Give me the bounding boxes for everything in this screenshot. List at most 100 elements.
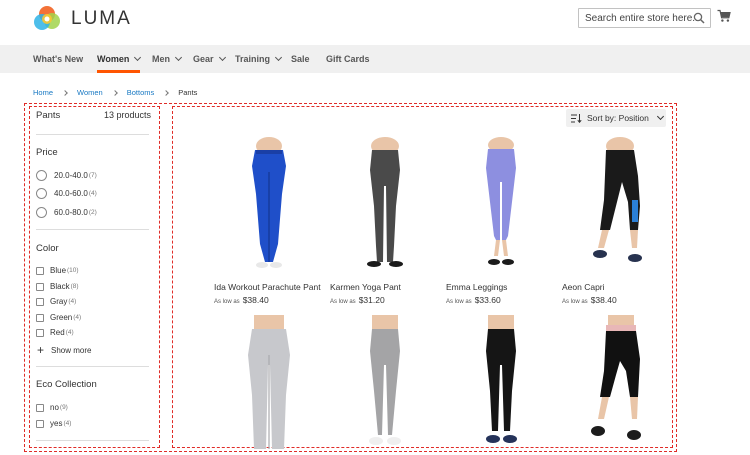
nav-item-training[interactable]: Training <box>235 45 283 73</box>
nav-item-women[interactable]: Women <box>97 45 142 73</box>
product-count: 13 products <box>104 110 152 120</box>
breadcrumb-women[interactable]: Women <box>77 88 103 97</box>
filter-option-count: (10) <box>67 267 79 274</box>
sort-order-icon[interactable] <box>571 113 582 123</box>
filter-title-eco-collection[interactable]: Eco Collection <box>36 379 97 390</box>
filter-option-label: Green <box>50 313 73 322</box>
nav-item-men[interactable]: Men <box>152 45 183 73</box>
product-card[interactable] <box>562 315 672 455</box>
product-name[interactable]: Karmen Yoga Pant <box>330 282 401 292</box>
price-value: $31.20 <box>358 295 385 305</box>
filter-title-color[interactable]: Color <box>36 243 59 254</box>
product-image[interactable] <box>446 315 556 455</box>
product-card[interactable] <box>446 315 556 455</box>
checkbox[interactable] <box>36 419 44 428</box>
product-name[interactable]: Aeon Capri <box>562 282 605 292</box>
product-card[interactable]: Ida Workout Parachute Pant As low as $38… <box>214 136 324 305</box>
nav-item-label: Sale <box>291 54 310 64</box>
filter-option-color-red[interactable]: Red (4) <box>36 328 74 337</box>
filter-option-count: (2) <box>88 209 97 216</box>
price-value: $33.60 <box>474 295 501 305</box>
product-image[interactable] <box>330 315 440 455</box>
filter-option-color-black[interactable]: Black (8) <box>36 282 79 291</box>
breadcrumb-bottoms[interactable]: Bottoms <box>127 88 155 97</box>
product-photo <box>486 315 517 443</box>
price-prefix: As low as <box>214 299 240 305</box>
nav-item-whats-new[interactable]: What's New <box>33 45 83 73</box>
radio-button[interactable] <box>36 188 47 199</box>
checkbox[interactable] <box>36 313 44 322</box>
radio-button[interactable] <box>36 207 47 218</box>
filter-option-color-blue[interactable]: Blue (10) <box>36 266 79 275</box>
filter-option-label: Black <box>50 282 70 291</box>
product-image-karmen-yoga-pant[interactable] <box>330 136 440 276</box>
checkbox[interactable] <box>36 328 44 337</box>
filter-title-price[interactable]: Price <box>36 147 58 158</box>
product-name[interactable]: Ida Workout Parachute Pant <box>214 282 321 292</box>
brand-name: LUMA <box>71 8 132 29</box>
search-input[interactable]: Search entire store here... <box>578 8 711 28</box>
price-prefix: As low as <box>446 299 472 305</box>
radio-button[interactable] <box>36 170 47 181</box>
product-card[interactable] <box>214 315 324 455</box>
checkbox[interactable] <box>36 266 44 275</box>
divider <box>36 134 149 135</box>
product-name[interactable]: Emma Leggings <box>446 282 507 292</box>
show-more-button[interactable]: + Show more <box>37 344 91 356</box>
nav-item-label: Women <box>97 54 130 64</box>
filter-option-eco-yes[interactable]: yes (4) <box>36 419 71 428</box>
product-photo <box>591 315 641 440</box>
filter-option-label: Blue <box>50 266 67 275</box>
product-image-ida-workout-parachute-pant[interactable] <box>214 136 324 276</box>
checkbox[interactable] <box>36 403 44 412</box>
chevron-down-icon <box>174 53 183 62</box>
product-photo <box>367 137 403 267</box>
product-card[interactable]: Emma Leggings As low as $33.60 <box>446 136 556 305</box>
nav-item-label: Gift Cards <box>326 54 370 64</box>
nav-item-gift-cards[interactable]: Gift Cards <box>326 45 370 73</box>
product-image[interactable] <box>214 315 324 455</box>
filter-option-count: (4) <box>73 314 82 321</box>
product-price: As low as $31.20 <box>330 295 385 305</box>
show-more-label: Show more <box>51 345 92 355</box>
divider <box>36 229 149 230</box>
product-image-emma-leggings[interactable] <box>446 136 556 276</box>
product-card[interactable]: Karmen Yoga Pant As low as $31.20 <box>330 136 440 305</box>
chevron-down-icon <box>656 112 664 121</box>
filter-option-count: (4) <box>68 298 77 305</box>
filter-option-price-40-60[interactable]: 40.0-60.0 (4) <box>36 188 97 199</box>
filter-option-price-60-80[interactable]: 60.0-80.0 (2) <box>36 207 97 218</box>
product-image[interactable] <box>562 315 672 455</box>
product-price: As low as $38.40 <box>562 295 617 305</box>
luma-logo-icon <box>34 6 60 30</box>
filter-option-label: yes <box>50 419 63 428</box>
shopping-cart-icon[interactable] <box>717 9 731 23</box>
filter-option-eco-no[interactable]: no (9) <box>36 403 68 412</box>
product-card[interactable]: Aeon Capri As low as $38.40 <box>562 136 672 305</box>
product-image-aeon-capri[interactable] <box>562 136 672 276</box>
luma-logo[interactable]: LUMA <box>33 5 132 33</box>
filter-option-label: Red <box>50 328 65 337</box>
product-photo <box>252 137 286 268</box>
nav-item-sale[interactable]: Sale <box>291 45 310 73</box>
product-price: As low as $33.60 <box>446 295 501 305</box>
product-photo <box>593 137 642 262</box>
nav-item-label: Gear <box>193 54 214 64</box>
filter-option-label: Gray <box>50 297 68 306</box>
filter-option-label: 60.0-80.0 <box>54 208 88 217</box>
nav-item-gear[interactable]: Gear <box>193 45 226 73</box>
filter-option-price-20-40[interactable]: 20.0-40.0 (7) <box>36 170 97 181</box>
filter-option-color-green[interactable]: Green (4) <box>36 313 81 322</box>
chevron-down-icon <box>134 53 142 62</box>
search-icon[interactable] <box>693 12 705 24</box>
filter-option-color-gray[interactable]: Gray (4) <box>36 297 76 306</box>
checkbox[interactable] <box>36 297 44 306</box>
sort-by-dropdown[interactable]: Sort by: Position <box>566 109 666 127</box>
category-title: Pants <box>36 110 61 121</box>
plus-icon: + <box>37 343 45 357</box>
product-card[interactable] <box>330 315 440 455</box>
checkbox[interactable] <box>36 282 44 291</box>
price-value: $38.40 <box>590 295 617 305</box>
filter-option-label: no <box>50 403 59 412</box>
breadcrumb-home[interactable]: Home <box>33 88 53 97</box>
